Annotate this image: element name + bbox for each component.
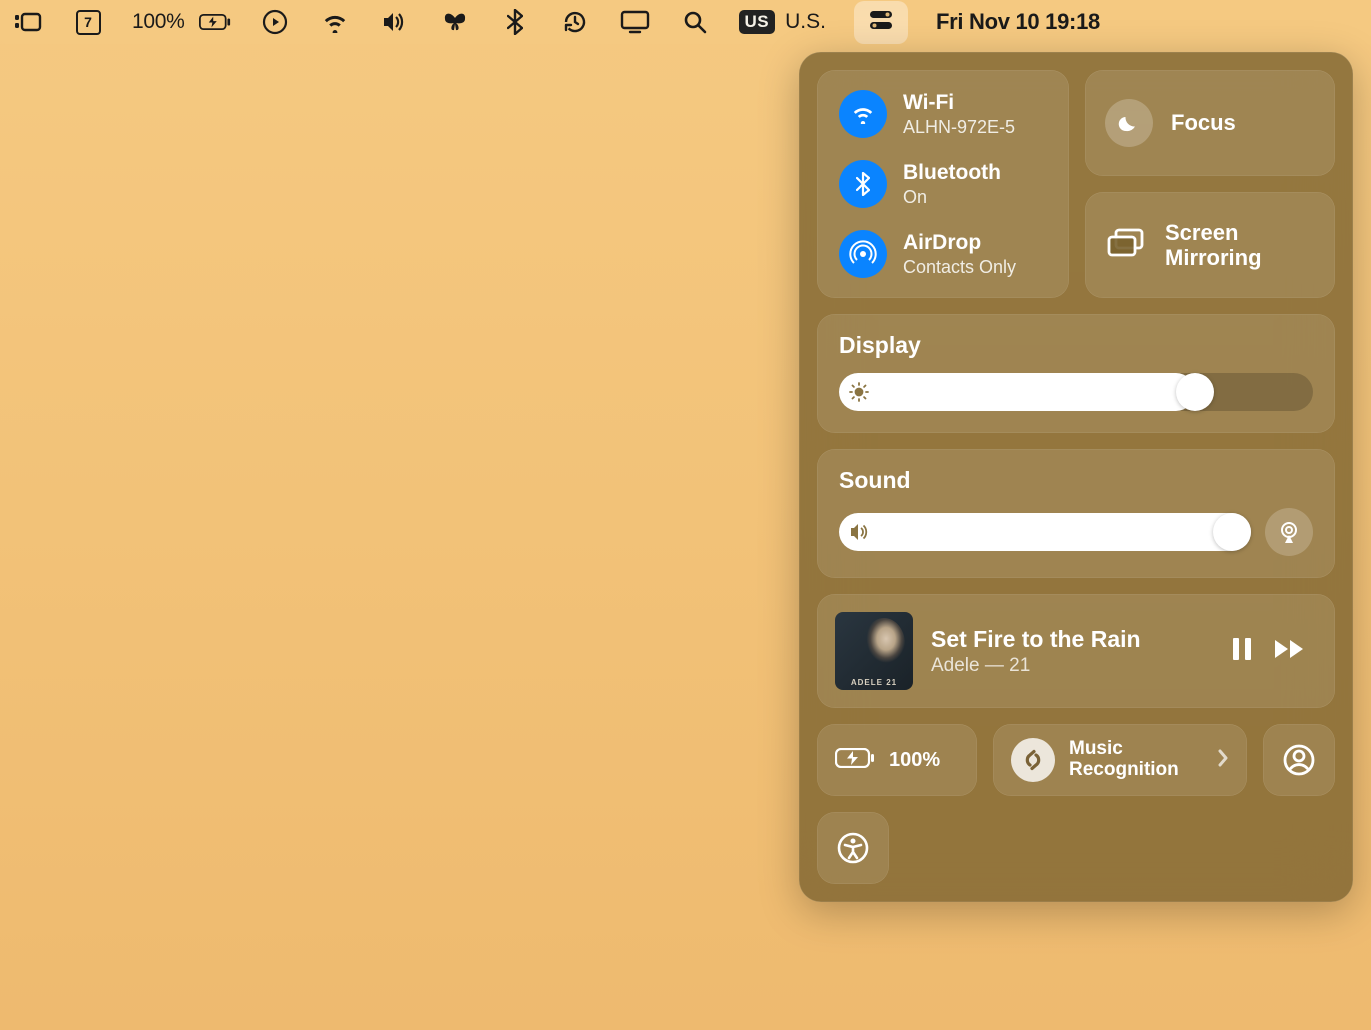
- album-art: ADELE 21: [835, 612, 913, 690]
- track-title: Set Fire to the Rain: [931, 626, 1213, 653]
- bluetooth-item[interactable]: Bluetooth On: [839, 160, 1047, 208]
- battery-percent-label[interactable]: 100%: [132, 10, 185, 34]
- input-source-badge[interactable]: US U.S.: [739, 10, 826, 34]
- brightness-slider[interactable]: [839, 373, 1313, 411]
- airdrop-toggle-icon[interactable]: [839, 230, 887, 278]
- display-icon[interactable]: [619, 10, 651, 34]
- pause-button[interactable]: [1231, 636, 1253, 667]
- bluetooth-subtitle: On: [903, 187, 1001, 208]
- airdrop-title: AirDrop: [903, 231, 1016, 255]
- music-recognition-tile[interactable]: Music Recognition: [993, 724, 1247, 796]
- calendar-icon[interactable]: 7: [72, 10, 104, 35]
- butterfly-icon[interactable]: [439, 10, 471, 34]
- shazam-icon: [1011, 738, 1055, 782]
- wifi-icon[interactable]: [319, 11, 351, 33]
- accessibility-tile[interactable]: [817, 812, 889, 884]
- bluetooth-toggle-icon[interactable]: [839, 160, 887, 208]
- moon-icon: [1105, 99, 1153, 147]
- sound-heading: Sound: [839, 467, 1313, 494]
- volume-icon[interactable]: [379, 11, 411, 33]
- wifi-toggle-icon[interactable]: [839, 90, 887, 138]
- play-circle-icon[interactable]: [259, 9, 291, 35]
- input-label-text: U.S.: [785, 10, 826, 34]
- user-tile[interactable]: [1263, 724, 1335, 796]
- control-center-icon[interactable]: [854, 1, 908, 44]
- menu-bar: 7 100%: [0, 0, 1371, 44]
- airplay-audio-button[interactable]: [1265, 508, 1313, 556]
- timemachine-icon[interactable]: [559, 9, 591, 35]
- battery-tile[interactable]: 100%: [817, 724, 977, 796]
- battery-tile-icon: [835, 748, 875, 773]
- airdrop-subtitle: Contacts Only: [903, 257, 1016, 278]
- battery-tile-label: 100%: [889, 749, 940, 771]
- accessibility-icon: [836, 831, 870, 865]
- track-subtitle: Adele — 21: [931, 655, 1213, 677]
- menubar-clock[interactable]: Fri Nov 10 19:18: [936, 9, 1108, 35]
- spotlight-icon[interactable]: [679, 10, 711, 34]
- wifi-title: Wi-Fi: [903, 91, 1015, 115]
- wifi-item[interactable]: Wi-Fi ALHN-972E-5: [839, 90, 1047, 138]
- display-heading: Display: [839, 332, 1313, 359]
- display-tile: Display: [817, 314, 1335, 433]
- chevron-right-icon: [1217, 748, 1229, 773]
- bluetooth-title: Bluetooth: [903, 161, 1001, 185]
- battery-charging-icon[interactable]: [199, 13, 231, 31]
- music-recognition-label: Music Recognition: [1069, 739, 1179, 781]
- next-track-button[interactable]: [1273, 638, 1307, 665]
- focus-label: Focus: [1171, 110, 1236, 135]
- input-badge-text: US: [739, 10, 776, 34]
- user-icon: [1282, 743, 1316, 777]
- sound-tile: Sound: [817, 449, 1335, 578]
- brightness-icon: [849, 382, 869, 402]
- now-playing-tile[interactable]: ADELE 21 Set Fire to the Rain Adele — 21: [817, 594, 1335, 708]
- calendar-day-label: 7: [84, 14, 92, 30]
- control-center-panel: Wi-Fi ALHN-972E-5 Bluetooth On: [799, 52, 1353, 902]
- screen-mirroring-label: Screen Mirroring: [1165, 220, 1262, 271]
- airdrop-item[interactable]: AirDrop Contacts Only: [839, 230, 1047, 278]
- screen-mirroring-icon: [1105, 227, 1147, 264]
- speaker-icon: [849, 523, 871, 541]
- volume-slider[interactable]: [839, 513, 1251, 551]
- stage-manager-icon[interactable]: [12, 11, 44, 33]
- wifi-subtitle: ALHN-972E-5: [903, 117, 1015, 138]
- bluetooth-icon[interactable]: [499, 9, 531, 35]
- focus-tile[interactable]: Focus: [1085, 70, 1335, 176]
- screen-mirroring-tile[interactable]: Screen Mirroring: [1085, 192, 1335, 298]
- connectivity-tile: Wi-Fi ALHN-972E-5 Bluetooth On: [817, 70, 1069, 298]
